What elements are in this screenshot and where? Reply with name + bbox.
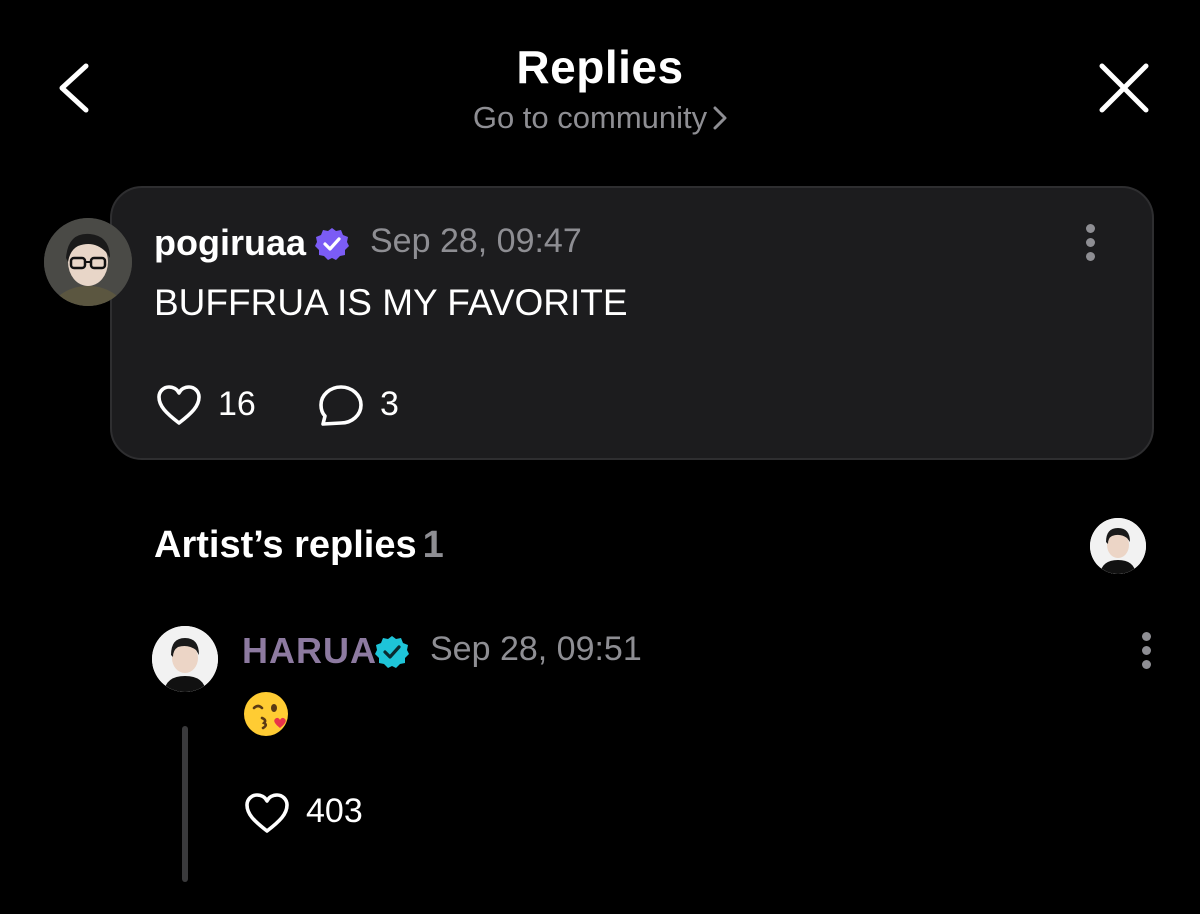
reply-like-button[interactable] xyxy=(244,792,290,839)
artist-replies-count: 1 xyxy=(422,524,444,566)
artist-reply-avatar[interactable] xyxy=(152,626,218,692)
reply-like-count: 403 xyxy=(306,792,363,830)
post-username[interactable]: pogiruaa xyxy=(154,222,306,264)
verified-badge-icon xyxy=(374,634,410,670)
go-to-community-link[interactable]: Go to community xyxy=(0,100,1200,138)
post-comment-count: 3 xyxy=(380,385,399,423)
heart-icon xyxy=(157,385,201,425)
replies-screen: Replies Go to community pogiruaa Sep 28,… xyxy=(0,0,1200,914)
post-like-count: 16 xyxy=(218,385,256,423)
post-more-options-button[interactable] xyxy=(1078,224,1102,268)
artist-replies-heading: Artist’s replies 1 xyxy=(154,524,444,567)
go-to-community-label: Go to community xyxy=(472,100,708,135)
post-text: BUFFRUA IS MY FAVORITE xyxy=(154,282,628,323)
comment-bubble-icon xyxy=(319,385,363,426)
more-vertical-icon xyxy=(1134,632,1158,669)
avatar-photo xyxy=(1090,518,1146,574)
post-timestamp: Sep 28, 09:47 xyxy=(370,222,582,260)
thread-line xyxy=(182,726,188,882)
close-icon xyxy=(1099,63,1149,113)
chevron-right-icon xyxy=(713,102,727,138)
close-button[interactable] xyxy=(1092,56,1156,120)
post-like-button[interactable] xyxy=(156,384,202,431)
more-vertical-icon xyxy=(1078,224,1102,261)
heart-icon xyxy=(245,793,289,833)
verified-badge-icon xyxy=(314,226,350,262)
post-author-avatar[interactable] xyxy=(44,218,132,306)
artist-avatar-small[interactable] xyxy=(1090,518,1146,574)
page-title: Replies xyxy=(516,41,684,93)
avatar-photo xyxy=(152,626,218,692)
artist-username[interactable]: HARUA xyxy=(242,630,377,672)
kissing-face-emoji-icon xyxy=(242,688,294,740)
avatar-photo xyxy=(44,218,132,306)
reply-more-options-button[interactable] xyxy=(1134,632,1158,676)
post-comment-button[interactable] xyxy=(318,384,364,433)
artist-replies-title: Artist’s replies xyxy=(154,524,417,566)
artist-reply-timestamp: Sep 28, 09:51 xyxy=(430,630,642,668)
